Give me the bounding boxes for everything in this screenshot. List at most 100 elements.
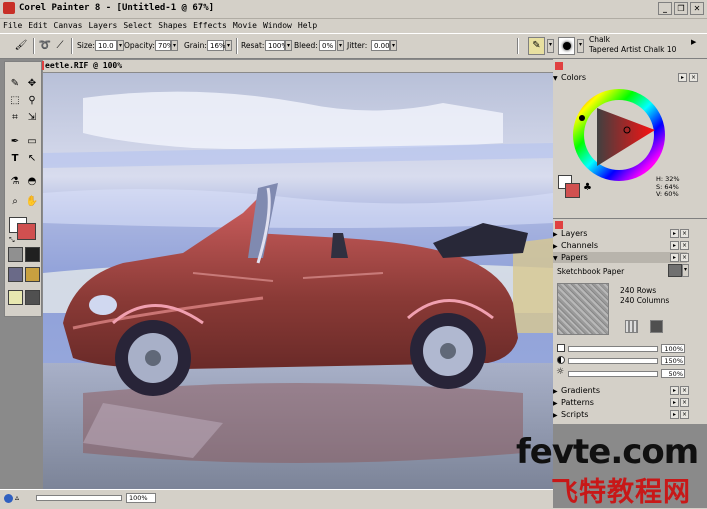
brush-selector-arrow-icon[interactable]: ▶: [691, 38, 696, 46]
brush-variant-dropdown[interactable]: ▾: [577, 39, 584, 53]
paper-contrast-field[interactable]: 150%: [661, 356, 685, 365]
papers-panel-title: Papers: [561, 253, 588, 262]
menu-select[interactable]: Select: [120, 21, 155, 30]
magic-wand-tool-icon[interactable]: ⚲: [24, 93, 40, 109]
swap-colors-icon[interactable]: ⤡: [9, 236, 15, 245]
opacity-field[interactable]: 70%: [155, 40, 174, 51]
papers-panel-header[interactable]: ▼ Papers: [553, 252, 687, 263]
paper-scale-slider[interactable]: [568, 346, 658, 352]
weaves-selector-icon[interactable]: [25, 267, 40, 282]
paper-selector-button[interactable]: [668, 264, 682, 277]
menu-window[interactable]: Window: [260, 21, 295, 30]
brush-tool-icon[interactable]: ✎: [7, 76, 23, 92]
opacity-dropdown[interactable]: ▾: [171, 40, 178, 51]
rectangular-selection-tool-icon[interactable]: ⬚: [7, 93, 23, 109]
paint-bucket-tool-icon[interactable]: ◓: [24, 174, 40, 190]
paper-rows: 240 Rows: [620, 286, 657, 295]
crop-tool-icon[interactable]: ⌗: [7, 110, 23, 126]
paper-contrast-slider[interactable]: [568, 358, 658, 364]
menu-file[interactable]: File: [0, 21, 25, 30]
painter-app-icon[interactable]: [3, 2, 15, 14]
resat-field[interactable]: 100%: [265, 40, 288, 51]
zoom-slider[interactable]: [36, 495, 122, 501]
color-wheel[interactable]: [570, 86, 668, 184]
magnifier-tool-icon[interactable]: ⌕: [7, 194, 23, 210]
paper-brightness-field[interactable]: 50%: [661, 369, 685, 378]
colors-panel-menu-icon[interactable]: ▸: [678, 73, 687, 82]
brush-variant-icon[interactable]: [558, 37, 575, 55]
main-color-swatch[interactable]: [17, 223, 36, 240]
close-button[interactable]: ✕: [690, 2, 704, 15]
collapse-triangle-icon: ▼: [553, 75, 558, 82]
minimize-button[interactable]: _: [658, 2, 672, 15]
watermark-site: fevte.com: [516, 432, 699, 472]
brush-category-dropdown[interactable]: ▾: [547, 39, 554, 53]
paper-selector-dropdown[interactable]: ▾: [682, 264, 689, 277]
menu-canvas[interactable]: Canvas: [51, 21, 86, 30]
shape-selection-tool-icon[interactable]: ↖: [24, 151, 40, 167]
freehand-stroke-icon[interactable]: ➰: [38, 39, 52, 53]
scripts-panel-close-icon[interactable]: ×: [680, 410, 689, 419]
pen-tool-icon[interactable]: ✒: [7, 134, 23, 150]
colors-main-swatch[interactable]: [565, 183, 580, 198]
colors-panel-header[interactable]: ▼ Colors: [553, 72, 691, 83]
menu-help[interactable]: Help: [295, 21, 320, 30]
straight-line-icon[interactable]: ⟋: [53, 39, 67, 53]
menu-movie[interactable]: Movie: [230, 21, 260, 30]
chalk-brush-category-icon[interactable]: ✎: [528, 37, 545, 55]
gradients-selector-icon[interactable]: [25, 247, 40, 262]
restore-button[interactable]: ❐: [674, 2, 688, 15]
gradients-panel-close-icon[interactable]: ×: [680, 386, 689, 395]
colors-panel-close-icon[interactable]: ×: [689, 73, 698, 82]
scripts-panel-menu-icon[interactable]: ▸: [670, 410, 679, 419]
text-tool-icon[interactable]: T: [7, 151, 23, 167]
patterns-selector-icon[interactable]: [8, 267, 23, 282]
bleed-dropdown[interactable]: ▾: [337, 40, 344, 51]
menu-effects[interactable]: Effects: [190, 21, 230, 30]
resat-dropdown[interactable]: ▾: [285, 40, 292, 51]
size-dropdown[interactable]: ▾: [117, 40, 124, 51]
grain-label: Grain:: [184, 41, 207, 50]
document-info-icon[interactable]: [4, 494, 13, 503]
dropper-tool-icon[interactable]: ⚗: [7, 174, 23, 190]
menu-edit[interactable]: Edit: [25, 21, 50, 30]
menu-layers[interactable]: Layers: [85, 21, 120, 30]
paper-scale-field[interactable]: 100%: [661, 344, 685, 353]
zoom-out-icon[interactable]: ▵: [15, 493, 19, 502]
painting-canvas[interactable]: [43, 73, 553, 489]
grabber-tool-icon[interactable]: ✋: [24, 194, 40, 210]
separator: [517, 38, 519, 54]
bleed-field[interactable]: 0%: [319, 40, 336, 51]
invert-paper-icon[interactable]: [650, 320, 663, 333]
capture-paper-icon[interactable]: [625, 320, 638, 333]
looks-selector-icon[interactable]: [8, 290, 23, 305]
grain-dropdown[interactable]: ▾: [225, 40, 232, 51]
menu-shapes[interactable]: Shapes: [155, 21, 190, 30]
channels-panel-close-icon[interactable]: ×: [680, 241, 689, 250]
zoom-level-field[interactable]: 100%: [126, 493, 156, 503]
patterns-panel-menu-icon[interactable]: ▸: [670, 398, 679, 407]
brush-icon[interactable]: 🖌: [14, 39, 28, 53]
channels-panel-menu-icon[interactable]: ▸: [670, 241, 679, 250]
size-field[interactable]: 10.0: [95, 40, 117, 51]
papers-panel-menu-icon[interactable]: ▸: [670, 253, 679, 262]
papers-panel-close-icon[interactable]: ×: [680, 253, 689, 262]
jitter-dropdown[interactable]: ▾: [390, 40, 397, 51]
clone-color-icon[interactable]: ♣: [583, 182, 592, 193]
rectangle-shape-tool-icon[interactable]: ▭: [24, 134, 40, 150]
jitter-field[interactable]: 0.00: [371, 40, 390, 51]
patterns-panel-close-icon[interactable]: ×: [680, 398, 689, 407]
selection-adjuster-tool-icon[interactable]: ⇲: [24, 110, 40, 126]
expand-triangle-icon: ▶: [553, 243, 558, 250]
nozzles-selector-icon[interactable]: [25, 290, 40, 305]
gradients-panel-title: Gradients: [561, 386, 600, 395]
layer-adjuster-tool-icon[interactable]: ✥: [24, 76, 40, 92]
layers-panel-close-icon[interactable]: ×: [680, 229, 689, 238]
layers-panel-menu-icon[interactable]: ▸: [670, 229, 679, 238]
grain-field[interactable]: 16%: [207, 40, 226, 51]
paper-brightness-slider[interactable]: [568, 371, 658, 377]
papers-selector-icon[interactable]: [8, 247, 23, 262]
panel-group-close-icon[interactable]: [555, 62, 563, 70]
brush-selector[interactable]: Chalk Tapered Artist Chalk 10: [587, 35, 690, 57]
gradients-panel-menu-icon[interactable]: ▸: [670, 386, 679, 395]
